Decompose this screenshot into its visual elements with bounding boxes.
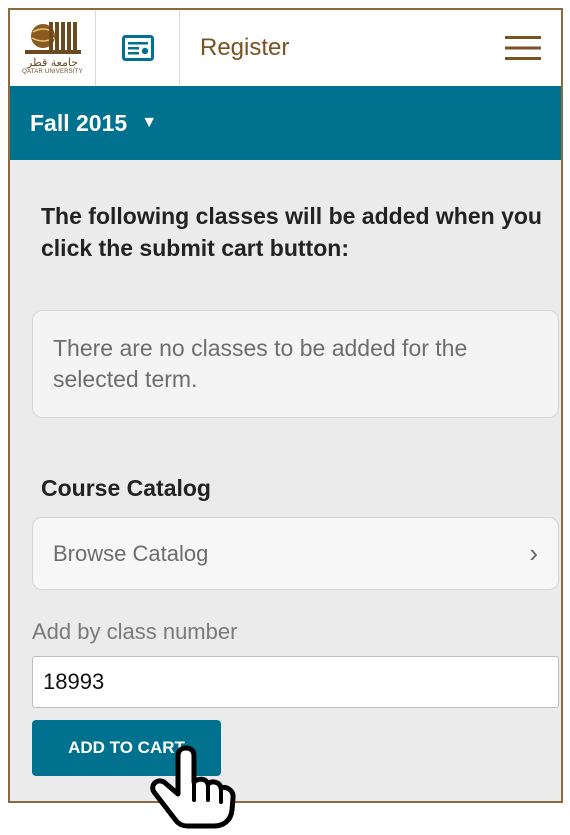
menu-button[interactable]	[485, 10, 561, 86]
caret-down-icon: ▼	[141, 114, 158, 131]
term-label: Fall 2015	[30, 109, 128, 136]
add-by-class-number-label: Add by class number	[32, 619, 238, 644]
top-bar: جامعة قطر QATAR UNIVERSITY Register	[10, 10, 561, 86]
logo-english-text: QATAR UNIVERSITY	[22, 69, 83, 75]
logo-emblem-icon	[24, 22, 81, 54]
class-number-input[interactable]	[32, 656, 559, 708]
university-logo[interactable]: جامعة قطر QATAR UNIVERSITY	[10, 10, 96, 86]
cart-heading: The following classes will be added when…	[41, 203, 542, 261]
hamburger-icon	[505, 36, 541, 60]
chevron-right-icon: ›	[529, 538, 538, 568]
page-title: Register	[200, 34, 290, 61]
cart-empty-message: There are no classes to be added for the…	[32, 310, 559, 418]
course-catalog-heading: Course Catalog	[41, 475, 211, 501]
browse-catalog-label: Browse Catalog	[53, 540, 209, 566]
app-frame: جامعة قطر QATAR UNIVERSITY Register Fall…	[8, 8, 563, 803]
browse-catalog-button[interactable]: Browse Catalog ›	[32, 517, 559, 590]
id-card-icon	[121, 35, 154, 61]
register-nav-button[interactable]	[96, 10, 180, 86]
logo-arabic-text: جامعة قطر	[26, 56, 79, 69]
term-selector[interactable]: Fall 2015 ▼	[10, 86, 561, 160]
pointing-hand-icon	[150, 745, 236, 829]
